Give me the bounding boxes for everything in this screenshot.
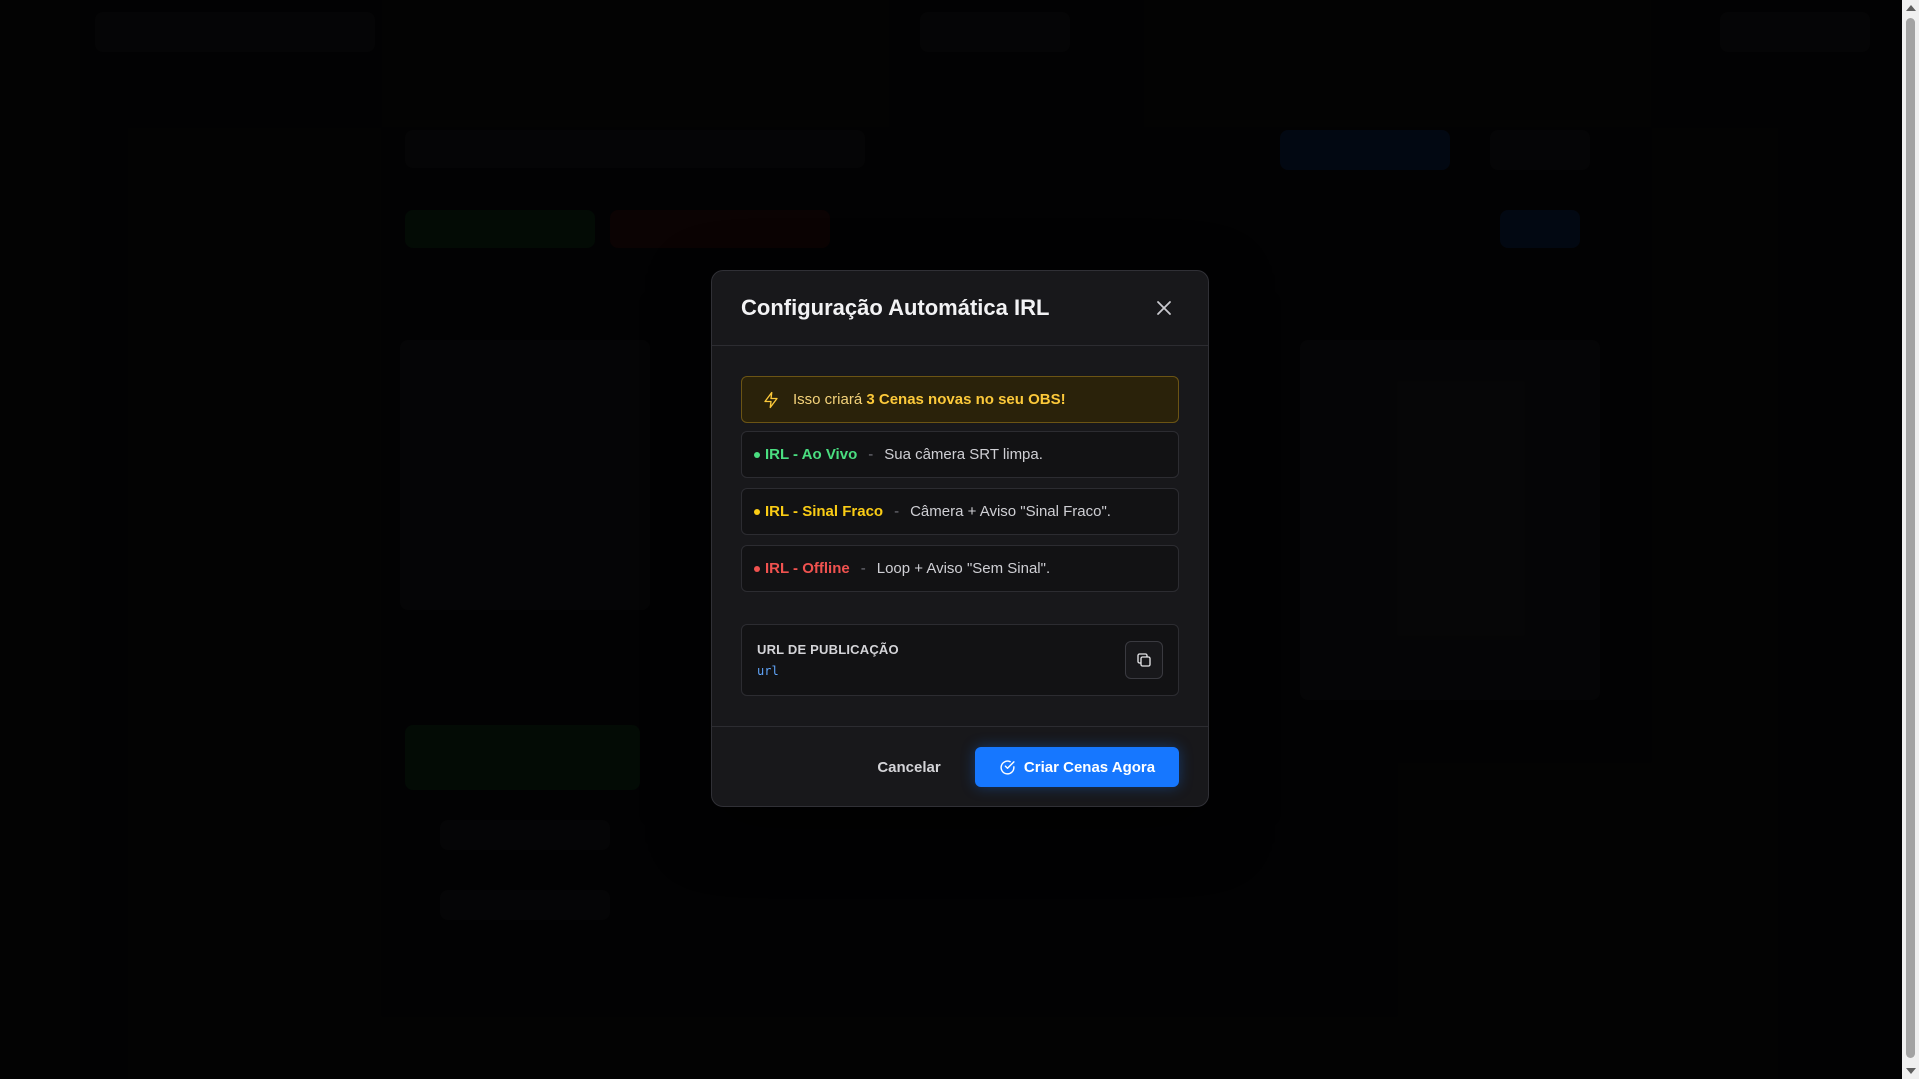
scroll-thumb[interactable]: [1906, 18, 1915, 1058]
scene-description: Loop + Aviso "Sem Sinal".: [876, 560, 1051, 577]
close-button[interactable]: [1150, 294, 1178, 322]
scroll-down-arrow[interactable]: [1906, 1068, 1916, 1074]
create-scenes-label: Criar Cenas Agora: [1023, 758, 1156, 776]
irl-auto-config-dialog: Configuração Automática IRL Isso criará …: [711, 270, 1209, 807]
dialog-title: Configuração Automática IRL: [741, 295, 1050, 320]
dialog-header: Configuração Automática IRL: [712, 271, 1208, 346]
vertical-scrollbar[interactable]: [1902, 0, 1919, 1079]
status-dot-offline: [754, 565, 760, 572]
status-dot-weak: [754, 508, 760, 515]
scene-name: IRL - Sinal Fraco: [765, 503, 884, 520]
publish-url-value[interactable]: url: [757, 664, 779, 678]
warning-text-lead: Isso criará: [793, 391, 863, 408]
close-icon: [1157, 301, 1171, 315]
copy-url-button[interactable]: [1125, 641, 1163, 679]
scroll-up-arrow[interactable]: [1906, 5, 1916, 11]
status-dot-live: [754, 451, 760, 458]
scene-item-live: IRL - Ao Vivo - Sua câmera SRT limpa.: [741, 431, 1179, 478]
scene-description: Câmera + Aviso "Sinal Fraco".: [910, 503, 1111, 520]
publish-url-box: URL DE PUBLICAÇÃO url: [741, 624, 1179, 696]
scene-description: Sua câmera SRT limpa.: [884, 446, 1043, 463]
warning-text: Isso criará 3 Cenas novas no seu OBS!: [793, 391, 1066, 408]
copy-icon: [1137, 653, 1151, 667]
scene-separator: -: [894, 503, 900, 520]
warning-text-strong: 3 Cenas novas no seu OBS!: [866, 391, 1066, 408]
scene-item-offline: IRL - Offline - Loop + Aviso "Sem Sinal"…: [741, 545, 1179, 592]
check-circle-icon: [999, 759, 1016, 776]
scene-name: IRL - Offline: [765, 560, 850, 577]
publish-url-label: URL DE PUBLICAÇÃO: [757, 642, 899, 657]
scene-name: IRL - Ao Vivo: [765, 446, 858, 463]
dialog-footer: Cancelar Criar Cenas Agora: [712, 726, 1208, 807]
scene-creation-warning: Isso criará 3 Cenas novas no seu OBS!: [741, 376, 1179, 423]
lightning-icon: [762, 391, 780, 409]
scene-item-weak-signal: IRL - Sinal Fraco - Câmera + Aviso "Sina…: [741, 488, 1179, 535]
cancel-button[interactable]: Cancelar: [859, 747, 959, 787]
scene-separator: -: [868, 446, 874, 463]
create-scenes-button[interactable]: Criar Cenas Agora: [975, 747, 1179, 787]
scene-separator: -: [860, 560, 866, 577]
